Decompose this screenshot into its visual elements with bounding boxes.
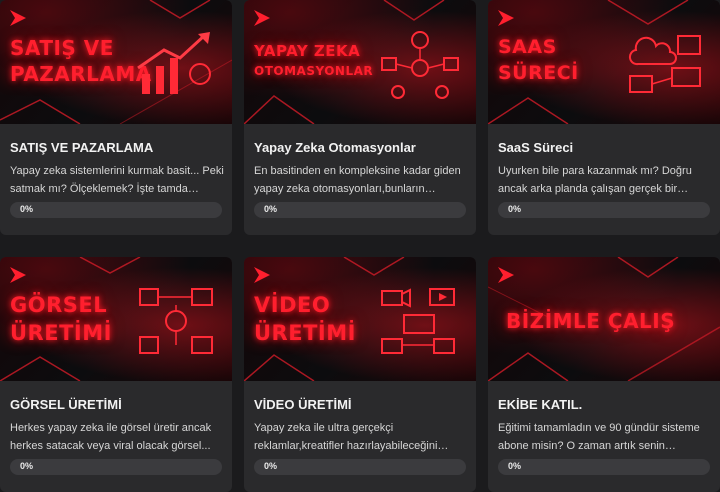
cloud-saas-icon <box>628 35 701 93</box>
course-progress-bar: 0% <box>10 202 222 218</box>
course-progress-bar: 0% <box>254 459 466 475</box>
brand-logo-icon <box>498 10 514 26</box>
progress-label: 0% <box>264 461 278 471</box>
course-description: Uyurken bile para kazanmak mı? Doğru anc… <box>498 165 692 195</box>
thumbnail-title-line: SATIŞ VE <box>10 36 114 60</box>
thumbnail-title-line: SÜRECİ <box>498 62 579 84</box>
thumbnail-title-line: GÖRSEL <box>10 293 108 317</box>
brand-logo-icon <box>10 267 26 283</box>
course-grid: SATIŞ VE PAZARLAMA SATIŞ VE PAZARLAMA Ya… <box>0 0 720 492</box>
progress-label: 0% <box>508 204 522 214</box>
course-progress-bar: 0% <box>10 459 222 475</box>
progress-label: 0% <box>20 461 34 471</box>
course-card-saas[interactable]: SAAS SÜRECİ SaaS Süreci Uyurken bile par… <box>488 0 720 235</box>
course-progress-bar: 0% <box>498 459 710 475</box>
thumbnail-title-line: ÜRETİMİ <box>254 321 356 345</box>
thumbnail-title-line: YAPAY ZEKA <box>254 42 361 60</box>
course-thumbnail: VİDEO ÜRETİMİ <box>244 257 476 381</box>
course-thumbnail: SAAS SÜRECİ <box>488 0 720 124</box>
course-title: VİDEO ÜRETİMİ <box>254 397 352 412</box>
course-description: Herkes yapay zeka ile görsel üretir anca… <box>10 422 212 452</box>
thumbnail-title-line: BİZİMLE ÇALIŞ <box>506 309 676 333</box>
course-description: Yapay zeka ile ultra gerçekçi reklamlar,… <box>254 422 438 452</box>
course-progress-bar: 0% <box>254 202 466 218</box>
course-card-video-production[interactable]: VİDEO ÜRETİMİ VİDEO ÜRETİMİ Yapay zeka i… <box>244 257 476 492</box>
brand-logo-icon <box>498 267 514 283</box>
progress-label: 0% <box>508 461 522 471</box>
course-card-ai-automations[interactable]: YAPAY ZEKA OTOMASYONLAR Yapay Zeka Otoma… <box>244 0 476 235</box>
course-thumbnail: SATIŞ VE PAZARLAMA <box>0 0 232 124</box>
course-title: SATIŞ VE PAZARLAMA <box>10 140 154 155</box>
brand-logo-icon <box>10 10 26 26</box>
progress-label: 0% <box>20 204 34 214</box>
course-card-image-generation[interactable]: GÖRSEL ÜRETİMİ GÖRSEL ÜRETİMİ Herkes yap… <box>0 257 232 492</box>
thumbnail-title-line: SAAS <box>498 36 557 58</box>
course-title: GÖRSEL ÜRETİMİ <box>10 397 122 412</box>
thumbnail-title-line: ÜRETİMİ <box>10 321 112 345</box>
progress-label: 0% <box>264 204 278 214</box>
image-generation-icon <box>139 288 213 354</box>
chart-growth-icon <box>137 32 211 94</box>
course-progress-bar: 0% <box>498 202 710 218</box>
course-card-join-team[interactable]: BİZİMLE ÇALIŞ EKİBE KATIL. Eğitimi tamam… <box>488 257 720 492</box>
course-description: Eğitimi tamamladın ve 90 gündür sisteme … <box>498 422 700 452</box>
course-description: Yapay zeka sistemlerini kurmak basit... … <box>10 165 224 195</box>
course-description: En basitinden en kompleksine kadar giden… <box>254 165 461 195</box>
course-title: SaaS Süreci <box>498 140 574 155</box>
thumbnail-title-line: OTOMASYONLAR <box>254 64 374 78</box>
course-thumbnail: YAPAY ZEKA OTOMASYONLAR <box>244 0 476 124</box>
course-card-sales-marketing[interactable]: SATIŞ VE PAZARLAMA SATIŞ VE PAZARLAMA Ya… <box>0 0 232 235</box>
video-camera-icon <box>381 288 455 354</box>
brand-logo-icon <box>254 267 270 283</box>
automation-flow-icon <box>381 31 459 99</box>
course-thumbnail: BİZİMLE ÇALIŞ <box>488 257 720 381</box>
brand-logo-icon <box>254 10 270 26</box>
course-title: EKİBE KATIL. <box>498 397 583 412</box>
thumbnail-title-line: PAZARLAMA <box>10 62 152 86</box>
course-thumbnail: GÖRSEL ÜRETİMİ <box>0 257 232 381</box>
thumbnail-title-line: VİDEO <box>254 293 331 317</box>
course-title: Yapay Zeka Otomasyonlar <box>254 140 416 155</box>
